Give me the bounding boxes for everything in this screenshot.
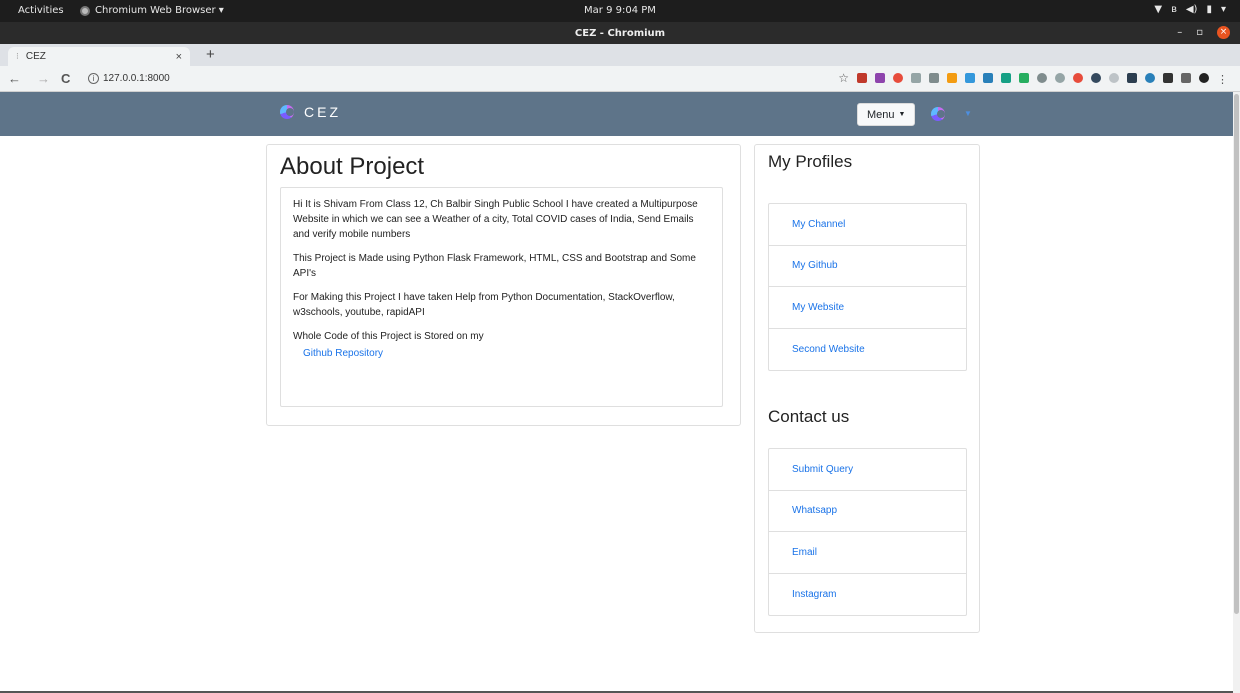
- list-item[interactable]: Whatsapp: [769, 491, 966, 532]
- system-menu-caret-icon: ▾: [1220, 4, 1226, 15]
- scrollbar-thumb[interactable]: [1234, 94, 1239, 614]
- minimize-button[interactable]: –: [1177, 27, 1182, 38]
- site-navbar: CEZ Menu ▼: [0, 92, 1233, 136]
- reload-button[interactable]: C: [61, 71, 70, 86]
- bluetooth-icon: ʙ: [1171, 4, 1177, 15]
- about-paragraph: Whole Code of this Project is Stored on …: [293, 331, 484, 342]
- extension-icon[interactable]: [911, 73, 921, 83]
- about-title: About Project: [280, 153, 425, 180]
- puzzle-icon[interactable]: [1163, 73, 1173, 83]
- about-body: Hi It is Shivam From Class 12, Ch Balbir…: [280, 187, 723, 407]
- volume-icon: ◀): [1185, 4, 1198, 15]
- app-menu-label: Chromium Web Browser ▾: [95, 5, 224, 16]
- sidebar-card: My Profiles My Channel My Github My Webs…: [754, 144, 980, 633]
- brand-text: CEZ: [304, 104, 341, 120]
- extension-icon[interactable]: [857, 73, 867, 83]
- about-paragraph: This Project is Made using Python Flask …: [293, 253, 696, 279]
- chromium-icon: [80, 5, 90, 16]
- my-website-link[interactable]: My Website: [792, 302, 844, 313]
- extension-icon[interactable]: [1073, 73, 1083, 83]
- list-item[interactable]: My Website: [769, 287, 966, 329]
- address-bar[interactable]: 127.0.0.1:8000: [103, 73, 170, 84]
- favicon-icon: ⁝: [16, 51, 19, 61]
- system-top-bar: Activities Chromium Web Browser ▾ Mar 9 …: [0, 0, 1240, 22]
- tab-strip: ⁝ CEZ × +: [0, 44, 1240, 66]
- bookmark-star-icon[interactable]: ☆: [838, 71, 849, 85]
- reading-list-icon[interactable]: [1181, 73, 1191, 83]
- battery-icon: ▮: [1206, 4, 1212, 15]
- profiles-list: My Channel My Github My Website Second W…: [768, 203, 967, 371]
- extension-icon[interactable]: [875, 73, 885, 83]
- instagram-link[interactable]: Instagram: [792, 589, 836, 600]
- contact-heading: Contact us: [768, 407, 850, 426]
- whatsapp-link[interactable]: Whatsapp: [792, 505, 837, 516]
- chevron-down-icon: ▼: [898, 111, 906, 118]
- list-item[interactable]: My Github: [769, 246, 966, 287]
- submit-query-link[interactable]: Submit Query: [792, 464, 853, 475]
- window-controls: – ▫ ×: [1177, 26, 1230, 39]
- close-window-button[interactable]: ×: [1217, 26, 1230, 39]
- tab-cez[interactable]: ⁝ CEZ ×: [8, 47, 190, 66]
- brand-logo-icon: [280, 105, 294, 119]
- second-website-link[interactable]: Second Website: [792, 344, 865, 355]
- system-tray[interactable]: ▼ ʙ ◀) ▮ ▾: [1154, 4, 1226, 15]
- wifi-icon: ▼: [1154, 4, 1163, 15]
- list-item[interactable]: Submit Query: [769, 449, 966, 491]
- extension-icon[interactable]: [1091, 73, 1101, 83]
- contact-list: Submit Query Whatsapp Email Instagram: [768, 448, 967, 616]
- about-card: About Project Hi It is Shivam From Class…: [266, 144, 741, 426]
- github-repository-link[interactable]: Github Repository: [303, 346, 710, 361]
- tab-close-button[interactable]: ×: [176, 51, 182, 63]
- browser-toolbar: ← → C i 127.0.0.1:8000 ☆ ⋮: [0, 66, 1240, 92]
- new-tab-button[interactable]: +: [206, 46, 215, 63]
- menu-label: Menu: [867, 108, 895, 121]
- extension-icon[interactable]: [1037, 73, 1047, 83]
- profile-icon[interactable]: [1199, 73, 1209, 83]
- activities-button[interactable]: Activities: [18, 5, 64, 16]
- forward-button[interactable]: →: [37, 71, 50, 86]
- extension-icon[interactable]: [947, 73, 957, 83]
- extensions-row: ☆ ⋮: [838, 71, 1228, 86]
- about-paragraph: Hi It is Shivam From Class 12, Ch Balbir…: [293, 199, 698, 240]
- list-item[interactable]: Email: [769, 532, 966, 574]
- app-menu[interactable]: Chromium Web Browser ▾: [80, 5, 224, 16]
- my-channel-link[interactable]: My Channel: [792, 219, 845, 230]
- list-item[interactable]: My Channel: [769, 204, 966, 246]
- tab-title: CEZ: [25, 51, 46, 62]
- window-title: CEZ - Chromium: [574, 28, 666, 39]
- extension-icon[interactable]: [965, 73, 975, 83]
- kebab-menu-icon[interactable]: ⋮: [1217, 73, 1228, 86]
- extension-icon[interactable]: [1127, 73, 1137, 83]
- back-button[interactable]: ←: [8, 71, 21, 86]
- menu-dropdown-button[interactable]: Menu ▼: [857, 103, 916, 126]
- user-avatar-icon[interactable]: [931, 107, 945, 121]
- list-item[interactable]: Second Website: [769, 329, 966, 371]
- extension-icon[interactable]: [1001, 73, 1011, 83]
- extension-icon[interactable]: [1109, 73, 1119, 83]
- user-dropdown-caret-icon[interactable]: ▼: [964, 109, 972, 118]
- maximize-button[interactable]: ▫: [1196, 27, 1203, 38]
- page-scrollbar[interactable]: [1233, 92, 1240, 693]
- extension-icon[interactable]: [893, 73, 903, 83]
- list-item[interactable]: Instagram: [769, 574, 966, 616]
- extension-icon[interactable]: [983, 73, 993, 83]
- my-github-link[interactable]: My Github: [792, 260, 838, 271]
- extension-icon[interactable]: [1019, 73, 1029, 83]
- email-link[interactable]: Email: [792, 547, 817, 558]
- profiles-heading: My Profiles: [768, 152, 853, 171]
- site-info-icon[interactable]: i: [88, 73, 99, 84]
- brand[interactable]: CEZ: [280, 104, 341, 120]
- window-title-bar: CEZ - Chromium – ▫ ×: [0, 22, 1240, 44]
- extension-icon[interactable]: [929, 73, 939, 83]
- extension-icon[interactable]: [1055, 73, 1065, 83]
- extension-icon[interactable]: [1145, 73, 1155, 83]
- about-paragraph: For Making this Project I have taken Hel…: [293, 292, 675, 318]
